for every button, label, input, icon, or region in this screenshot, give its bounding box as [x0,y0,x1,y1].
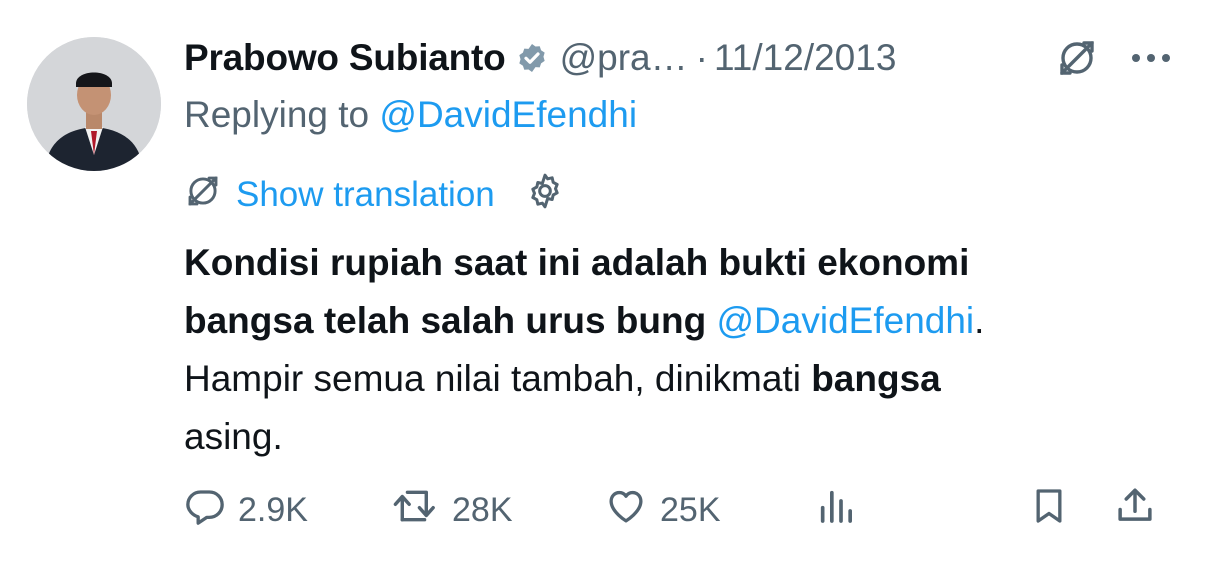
author-handle[interactable]: @pra… [560,37,688,79]
reply-button[interactable]: 2.9K [184,482,308,538]
bookmark-icon [1029,484,1069,537]
tweet-line-2: bangsa telah salah urus bung @DavidEfend… [184,292,1184,350]
tweet-text-regular: Hampir semua nilai tambah, dinikmati [184,358,812,399]
like-button[interactable]: 25K [604,482,721,538]
gear-icon[interactable] [525,171,565,220]
show-translation-row: Show translation [184,172,565,218]
verified-badge-icon [516,42,548,74]
tweet-text-bold: bangsa telah salah urus bung [184,300,717,341]
tweet-text-bold: bangsa [811,358,941,399]
reply-count: 2.9K [238,490,308,529]
author-name[interactable]: Prabowo Subianto [184,37,506,79]
views-icon [816,485,856,536]
tweet-text-period: . [974,300,985,341]
tweet-text: Kondisi rupiah saat ini adalah bukti eko… [184,234,1184,466]
retweet-icon [392,485,440,536]
translate-icon[interactable] [1055,32,1099,84]
retweet-button[interactable]: 28K [392,482,513,538]
share-button[interactable] [1114,482,1156,538]
more-icon[interactable] [1130,32,1172,84]
like-count: 25K [660,490,721,529]
tweet-line-3: Hampir semua nilai tambah, dinikmati ban… [184,350,1184,408]
retweet-count: 28K [452,490,513,529]
tweet-text-bold: Kondisi rupiah saat ini adalah bukti eko… [184,242,970,283]
bookmark-button[interactable] [1029,482,1069,538]
show-translation-link[interactable]: Show translation [236,175,495,215]
avatar-image [27,37,161,171]
tweet-header: Prabowo Subianto @pra… · 11/12/2013 [184,32,896,84]
share-icon [1114,484,1156,537]
replying-to-mention[interactable]: @DavidEfendhi [379,94,637,135]
tweet-line-4: asing. [184,408,1184,466]
tweet-date[interactable]: 11/12/2013 [714,37,896,79]
avatar[interactable] [27,37,161,171]
views-button[interactable] [816,482,856,538]
action-bar: 2.9K 28K 25K [184,482,1174,538]
tweet-line-1: Kondisi rupiah saat ini adalah bukti eko… [184,234,1184,292]
separator-dot: · [695,37,708,78]
like-icon [604,485,648,536]
replying-to: Replying to @DavidEfendhi [184,94,637,136]
translate-icon [184,172,222,219]
replying-prefix: Replying to [184,94,380,135]
mention-link[interactable]: @DavidEfendhi [717,300,975,341]
reply-icon [184,485,226,536]
tweet-text-regular: asing. [184,416,283,457]
